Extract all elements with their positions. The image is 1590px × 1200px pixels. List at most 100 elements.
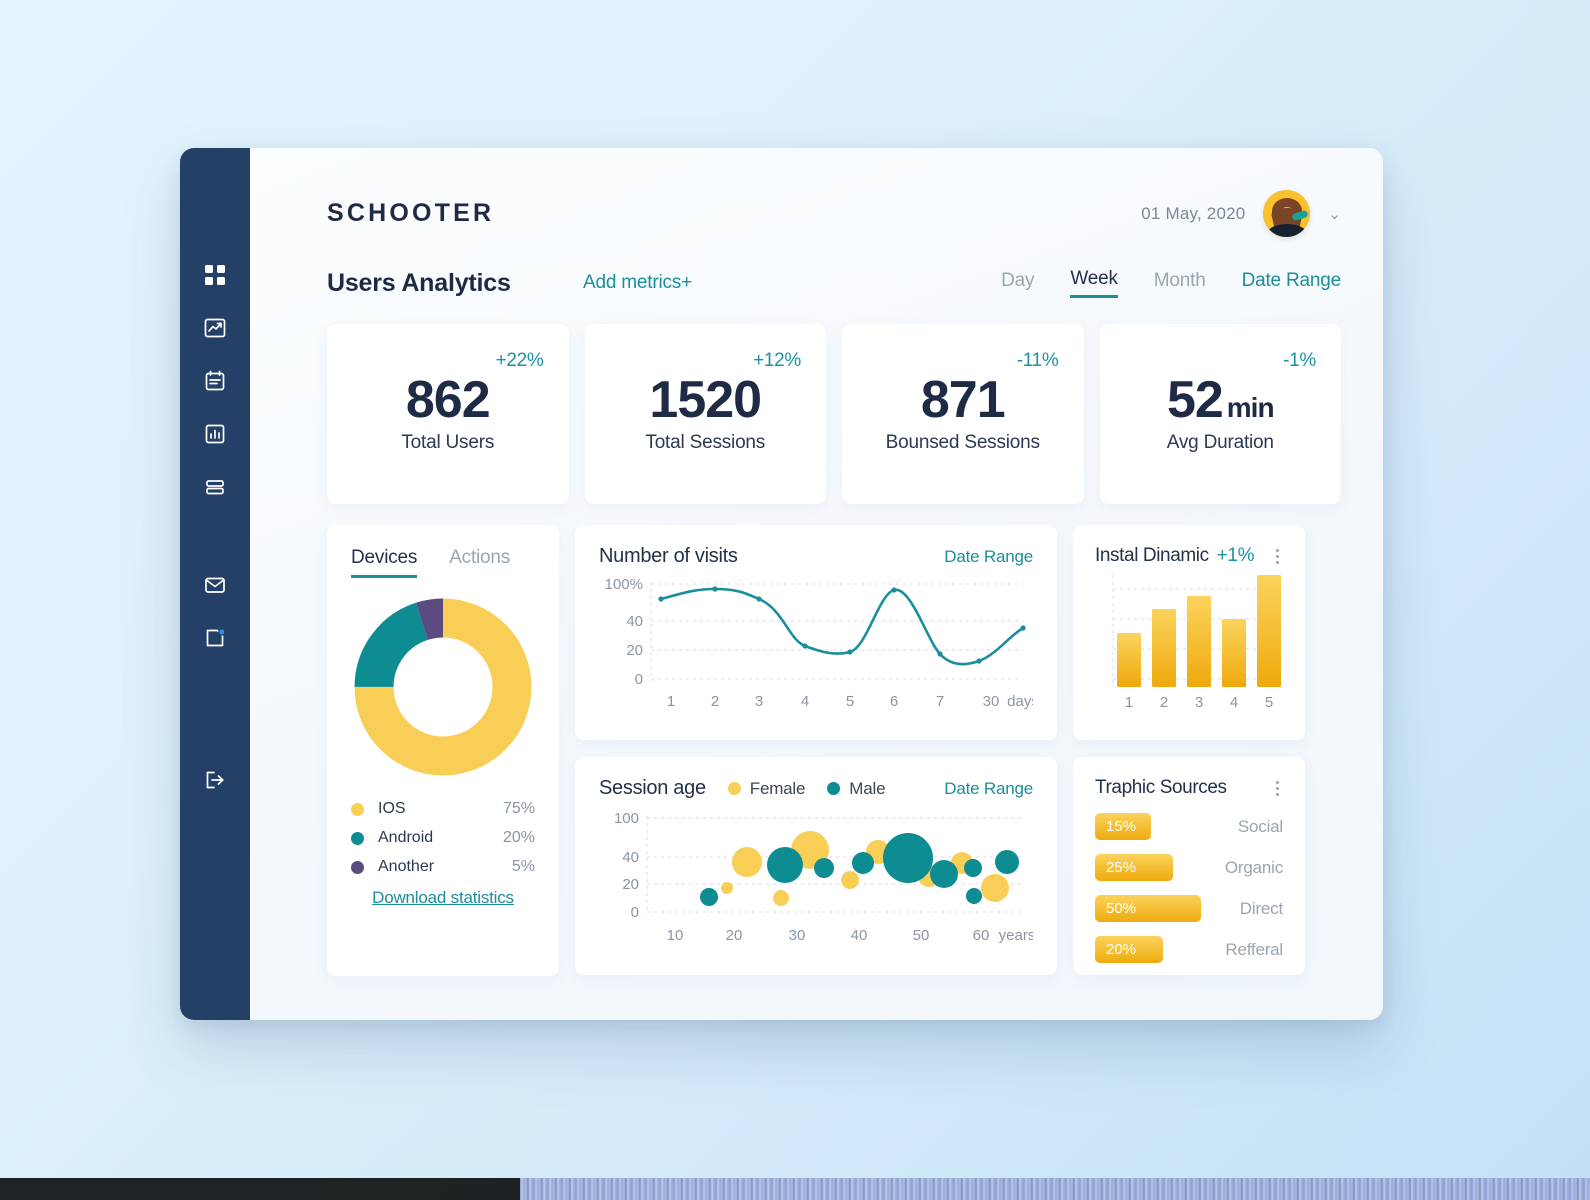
traffic-bar: 15% <box>1095 813 1151 840</box>
legend-label: Android <box>378 829 434 846</box>
tab-week[interactable]: Week <box>1070 268 1118 298</box>
legend-color-dot <box>351 860 364 874</box>
bottom-noise-strip <box>0 1178 1590 1200</box>
traffic-bar: 20% <box>1095 936 1163 963</box>
svg-text:40: 40 <box>626 613 643 630</box>
traffic-row-refferal: 20% Refferal <box>1095 936 1283 963</box>
svg-text:5: 5 <box>1265 694 1273 711</box>
traffic-header: Traphic Sources <box>1095 777 1283 799</box>
bubble-female <box>773 890 789 906</box>
instal-header: Instal Dinamic +1% <box>1095 545 1283 567</box>
sidebar-item-documents[interactable] <box>200 623 230 653</box>
kpi-card-total-users[interactable]: +22% 862 Total Users <box>327 324 569 504</box>
sidebar-item-layers[interactable] <box>200 472 230 502</box>
panel-column-right: Instal Dinamic +1% 1 2 3 4 5 Traphic Sou… <box>1073 525 1305 976</box>
bubble-female <box>732 847 762 877</box>
svg-text:2: 2 <box>711 693 719 710</box>
bar-chart-icon <box>203 422 227 446</box>
tab-devices[interactable]: Devices <box>351 547 417 578</box>
layers-stack-icon <box>203 475 227 499</box>
traffic-row-organic: 25% Organic <box>1095 854 1283 881</box>
visits-title: Number of visits <box>599 545 738 567</box>
svg-text:20: 20 <box>626 642 643 659</box>
bar-2 <box>1152 609 1176 687</box>
trending-chart-icon <box>203 316 227 340</box>
tab-date-range[interactable]: Date Range <box>1242 270 1342 297</box>
kpi-card-total-sessions[interactable]: +12% 1520 Total Sessions <box>584 324 826 504</box>
devices-tabs: Devices Actions <box>351 547 535 578</box>
svg-text:40: 40 <box>622 849 639 866</box>
kpi-label: Total Sessions <box>645 432 766 453</box>
kpi-change: -11% <box>1016 350 1059 371</box>
traffic-bar: 50% <box>1095 895 1201 922</box>
avatar[interactable] <box>1263 190 1311 237</box>
bubble-male <box>700 888 718 906</box>
devices-donut-chart <box>352 596 534 778</box>
kebab-menu-icon[interactable] <box>1272 779 1283 798</box>
kpi-change: +22% <box>495 350 544 371</box>
svg-text:days: days <box>1007 693 1033 710</box>
svg-text:60: 60 <box>973 927 990 944</box>
legend-label: Female <box>749 778 806 798</box>
svg-text:6: 6 <box>890 693 898 710</box>
current-date: 01 May, 2020 <box>1141 203 1246 223</box>
kpi-change: -1% <box>1283 350 1316 371</box>
tab-day[interactable]: Day <box>1001 270 1034 297</box>
legend-male: Male <box>827 779 886 799</box>
legend-female: Female <box>727 778 806 799</box>
kpi-card-bounsed-sessions[interactable]: -11% 871 Bounsed Sessions <box>842 324 1084 504</box>
app-window: SCHOOTER 01 May, 2020 ⌄ Users Analytics … <box>180 148 1383 1020</box>
session-age-date-range-link[interactable]: Date Range <box>944 779 1033 799</box>
legend-color-dot <box>351 831 364 845</box>
traffic-label: Organic <box>1224 857 1283 877</box>
app-brand: SCHOOTER <box>327 199 495 227</box>
kpi-card-avg-duration[interactable]: -1% 52 min Avg Duration <box>1099 324 1341 504</box>
instal-bar-chart: 1 2 3 4 5 <box>1112 575 1281 711</box>
visits-header: Number of visits Date Range <box>599 545 1033 568</box>
sidebar-item-reports[interactable] <box>200 366 230 396</box>
session-age-title: Session age <box>599 777 706 799</box>
session-age-card: Session age Female Male Date Range 100 4… <box>575 757 1057 975</box>
document-notification-icon <box>203 626 227 650</box>
svg-text:7: 7 <box>936 693 944 710</box>
bubble-male <box>883 833 933 883</box>
visits-date-range-link[interactable]: Date Range <box>944 547 1033 567</box>
sidebar-item-logout[interactable] <box>200 765 230 795</box>
sidebar-item-mail[interactable] <box>200 570 230 600</box>
sidebar-item-analytics[interactable] <box>200 313 230 343</box>
topbar: SCHOOTER 01 May, 2020 ⌄ <box>327 190 1341 237</box>
sidebar <box>180 148 250 1020</box>
session-age-bubble-chart: 100 40 20 0 10 20 30 40 50 60 years <box>614 810 1035 944</box>
sidebar-item-dashboard[interactable] <box>200 260 230 290</box>
bubble-male <box>995 850 1019 874</box>
kpi-value: 871 <box>920 371 1006 429</box>
download-statistics-link[interactable]: Download statistics <box>351 888 535 908</box>
add-metrics-button[interactable]: Add metrics+ <box>583 272 692 294</box>
svg-text:30: 30 <box>983 693 1000 710</box>
sidebar-item-statistics[interactable] <box>200 419 230 449</box>
kebab-menu-icon[interactable] <box>1272 547 1283 566</box>
tab-month[interactable]: Month <box>1154 270 1206 297</box>
legend-value: 75% <box>502 800 535 817</box>
kpi-cards: +22% 862 Total Users +12% 1520 Total Ses… <box>327 324 1341 504</box>
legend-value: 20% <box>502 829 535 846</box>
legend-label: IOS <box>378 800 406 817</box>
svg-text:20: 20 <box>622 876 639 893</box>
traffic-label: Direct <box>1239 898 1283 918</box>
legend-value: 5% <box>511 858 535 875</box>
instal-title: Instal Dinamic <box>1095 545 1209 566</box>
visits-line-path <box>659 587 1025 666</box>
bubble-male <box>814 858 834 878</box>
bubble-male <box>966 888 982 904</box>
traffic-row-social: 15% Social <box>1095 813 1283 840</box>
bubble-male <box>852 852 874 874</box>
svg-text:100%: 100% <box>605 576 643 593</box>
svg-text:4: 4 <box>801 693 809 710</box>
tab-actions[interactable]: Actions <box>449 547 510 578</box>
period-tabs: Day Week Month Date Range <box>1001 268 1341 298</box>
legend-color-dot <box>827 782 841 795</box>
bubble-female <box>721 882 733 894</box>
kpi-label: Total Users <box>401 432 495 453</box>
chevron-down-icon[interactable]: ⌄ <box>1328 205 1341 223</box>
panels-grid: Devices Actions IOS 75% Android 20% Anot… <box>327 525 1341 976</box>
